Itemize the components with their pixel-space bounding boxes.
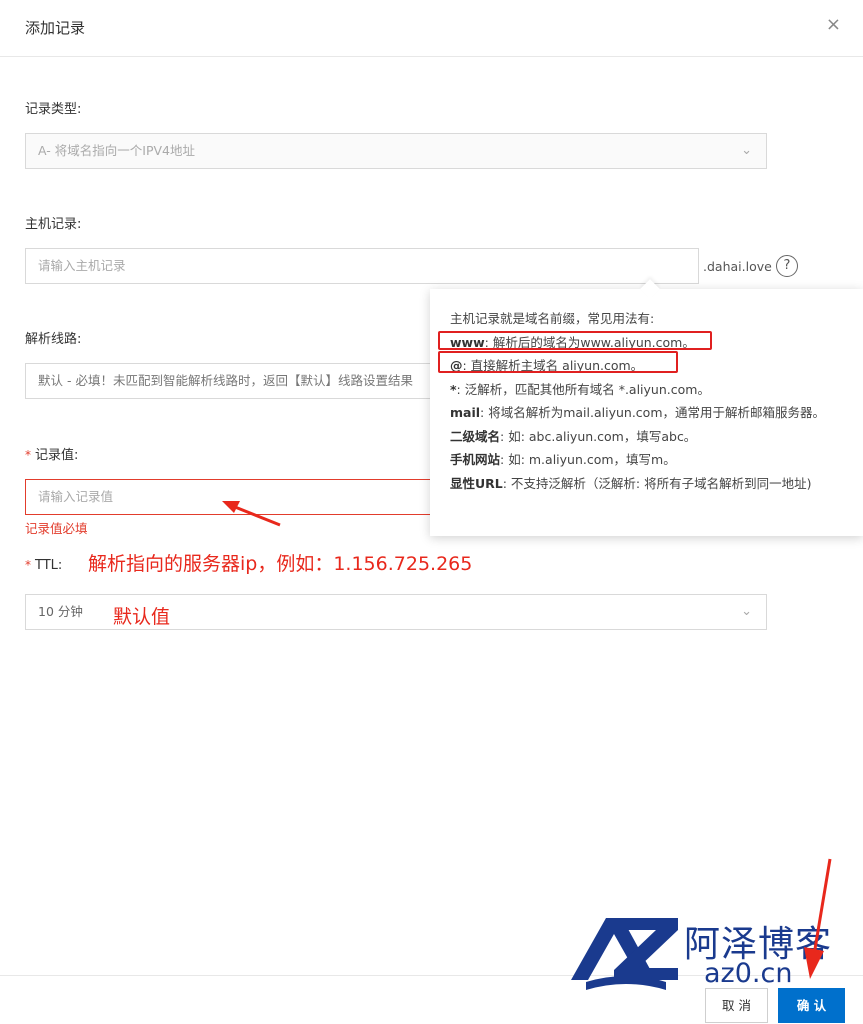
- chevron-down-icon: ⌄: [741, 143, 752, 158]
- required-mark: *: [25, 448, 31, 462]
- host-record-input[interactable]: 请输入主机记录: [25, 248, 699, 284]
- tooltip-text: : 如: abc.aliyun.com，填写abc。: [500, 428, 697, 444]
- tooltip-text: : 泛解析，匹配其他所有域名 *.aliyun.com。: [456, 381, 710, 397]
- tooltip-key: 手机网站: [450, 452, 501, 467]
- ttl-label: * TTL:: [25, 558, 62, 573]
- chevron-down-icon: ⌄: [741, 604, 752, 619]
- host-record-label: 主机记录:: [25, 217, 82, 232]
- host-record-help-tooltip: 主机记录就是域名前缀，常见用法有: www: 解析后的域名为www.aliyun…: [430, 279, 863, 536]
- tooltip-key: 二级域名: [450, 428, 501, 444]
- ttl-annotation: 解析指向的服务器ip，例如：1.156.725.265: [88, 553, 473, 575]
- highlight-box-www: [438, 331, 712, 350]
- tooltip-item: 显性URL: 不支持泛解析（泛解析: 将所有子域名解析到同一地址): [450, 472, 840, 496]
- record-value-label: * 记录值:: [25, 444, 78, 463]
- host-record-placeholder: 请输入主机记录: [38, 258, 126, 273]
- tooltip-item: *: 泛解析，匹配其他所有域名 *.aliyun.com。: [450, 378, 845, 402]
- tooltip-key: mail: [450, 405, 481, 420]
- help-icon[interactable]: ?: [776, 255, 798, 277]
- record-type-label: 记录类型:: [25, 102, 82, 117]
- record-value-error: 记录值必填: [25, 521, 88, 536]
- dialog-title: 添加记录: [25, 19, 86, 37]
- record-value-placeholder: 请输入记录值: [38, 489, 114, 504]
- tooltip-item: 二级域名: 如: abc.aliyun.com，填写abc。: [450, 425, 845, 449]
- tooltip-text: : 将域名解析为mail.aliyun.com，通常用于解析邮箱服务器。: [480, 405, 825, 420]
- ttl-value: 10 分钟: [38, 604, 83, 619]
- tooltip-item: 手机网站: 如: m.aliyun.com，填写m。: [450, 448, 845, 472]
- annotation-arrow-icon: [222, 501, 281, 527]
- highlight-box-at: [438, 351, 678, 373]
- tooltip-text: : 如: m.aliyun.com，填写m。: [500, 452, 676, 467]
- close-icon[interactable]: ×: [826, 16, 841, 34]
- resolve-line-value: 默认 - 必填！未匹配到智能解析线路时，返回【默认】线路设置结果: [38, 373, 413, 388]
- tooltip-title: 主机记录就是域名前缀，常见用法有:: [450, 311, 655, 326]
- annotation-arrow-icon: [804, 858, 832, 979]
- tooltip-item: mail: 将域名解析为mail.aliyun.com，通常用于解析邮箱服务器。: [450, 401, 845, 425]
- resolve-line-label: 解析线路:: [25, 332, 82, 347]
- tooltip-key: 显性URL: [450, 475, 503, 491]
- record-value-label-text: 记录值:: [35, 448, 79, 463]
- tooltip-text: : 不支持泛解析（泛解析: 将所有子域名解析到同一地址): [502, 475, 812, 491]
- default-value-annotation: 默认值: [113, 606, 171, 628]
- dialog-header: 添加记录 ×: [0, 0, 863, 57]
- record-type-select[interactable]: A- 将域名指向一个IPV4地址 ⌄: [25, 133, 767, 169]
- record-type-value: A- 将域名指向一个IPV4地址: [38, 143, 195, 158]
- domain-suffix: .dahai.love: [703, 259, 772, 274]
- watermark-domain: az0.cn: [704, 958, 793, 989]
- ttl-label-text: TTL:: [35, 558, 63, 573]
- required-mark: *: [25, 558, 31, 572]
